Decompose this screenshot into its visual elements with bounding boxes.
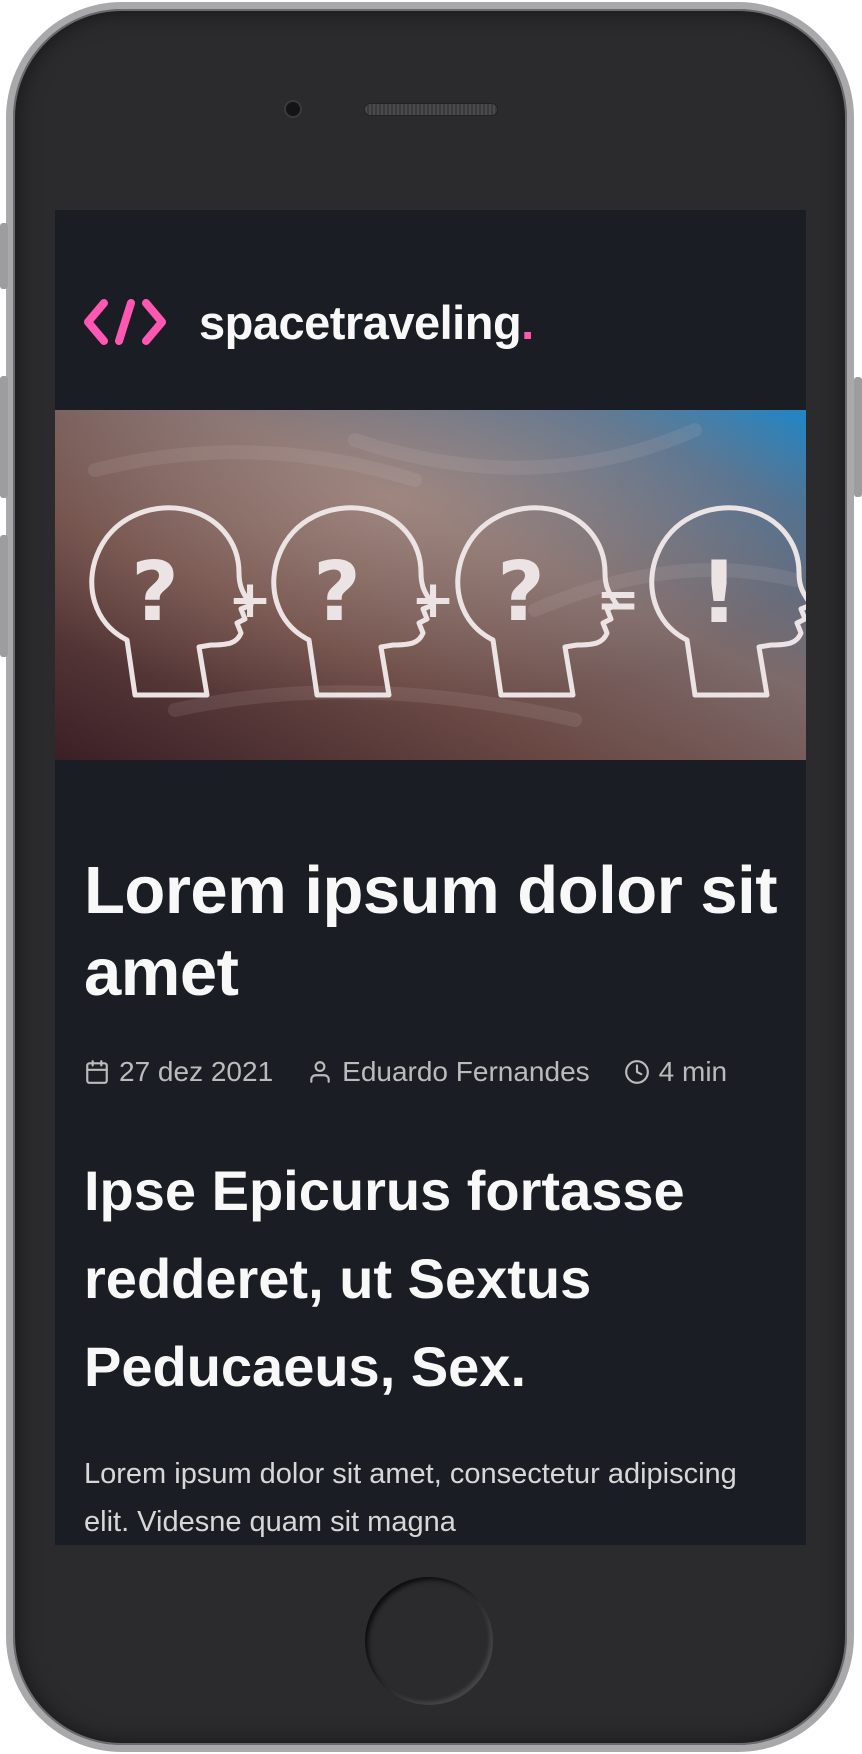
post-author: Eduardo Fernandes — [307, 1056, 590, 1088]
code-brackets-icon — [84, 299, 166, 345]
post-date-text: 27 dez 2021 — [119, 1056, 274, 1087]
post-reading-time-text: 4 min — [658, 1056, 728, 1087]
post-meta: 27 dez 2021 Eduardo Fernandes 4 min — [84, 1056, 727, 1088]
post-paragraph: Lorem ipsum dolor sit amet, consectetur … — [84, 1458, 737, 1538]
post-banner-image: ? + ? + ? = ! — [55, 410, 806, 760]
post-date: 27 dez 2021 — [84, 1056, 273, 1088]
post-reading-time: 4 min — [624, 1056, 727, 1088]
svg-text:!: ! — [699, 543, 738, 643]
brand-dot: . — [521, 295, 534, 349]
svg-text:+: + — [411, 570, 455, 630]
post-title: Lorem ipsum dolor sit amet — [84, 853, 778, 1010]
earpiece-speaker — [365, 104, 497, 115]
svg-text:?: ? — [131, 545, 179, 640]
brand-logo-text: spacetraveling. — [199, 295, 534, 349]
section-heading: Ipse Epicurus fortasse redderet, ut Sext… — [84, 1159, 685, 1398]
svg-text:?: ? — [313, 545, 361, 640]
post-author-text: Eduardo Fernandes — [342, 1056, 590, 1087]
user-icon — [310, 1061, 330, 1083]
clock-icon — [624, 1060, 649, 1084]
svg-text:?: ? — [497, 545, 545, 640]
site-header[interactable]: spacetraveling. — [84, 292, 534, 352]
svg-text:+: + — [228, 570, 272, 630]
front-camera — [286, 102, 300, 116]
calendar-icon — [86, 1060, 108, 1084]
mute-switch — [0, 223, 8, 289]
home-button — [365, 1577, 493, 1705]
heads-question-exclamation-illustration: ? + ? + ? = ! — [55, 410, 806, 760]
app-screen: spacetraveling. ? + ? + ? = ! Lorem ipsu… — [55, 210, 806, 1545]
power-button — [854, 377, 862, 497]
volume-down-button — [0, 535, 8, 657]
volume-up-button — [0, 376, 8, 498]
svg-text:=: = — [596, 570, 640, 630]
